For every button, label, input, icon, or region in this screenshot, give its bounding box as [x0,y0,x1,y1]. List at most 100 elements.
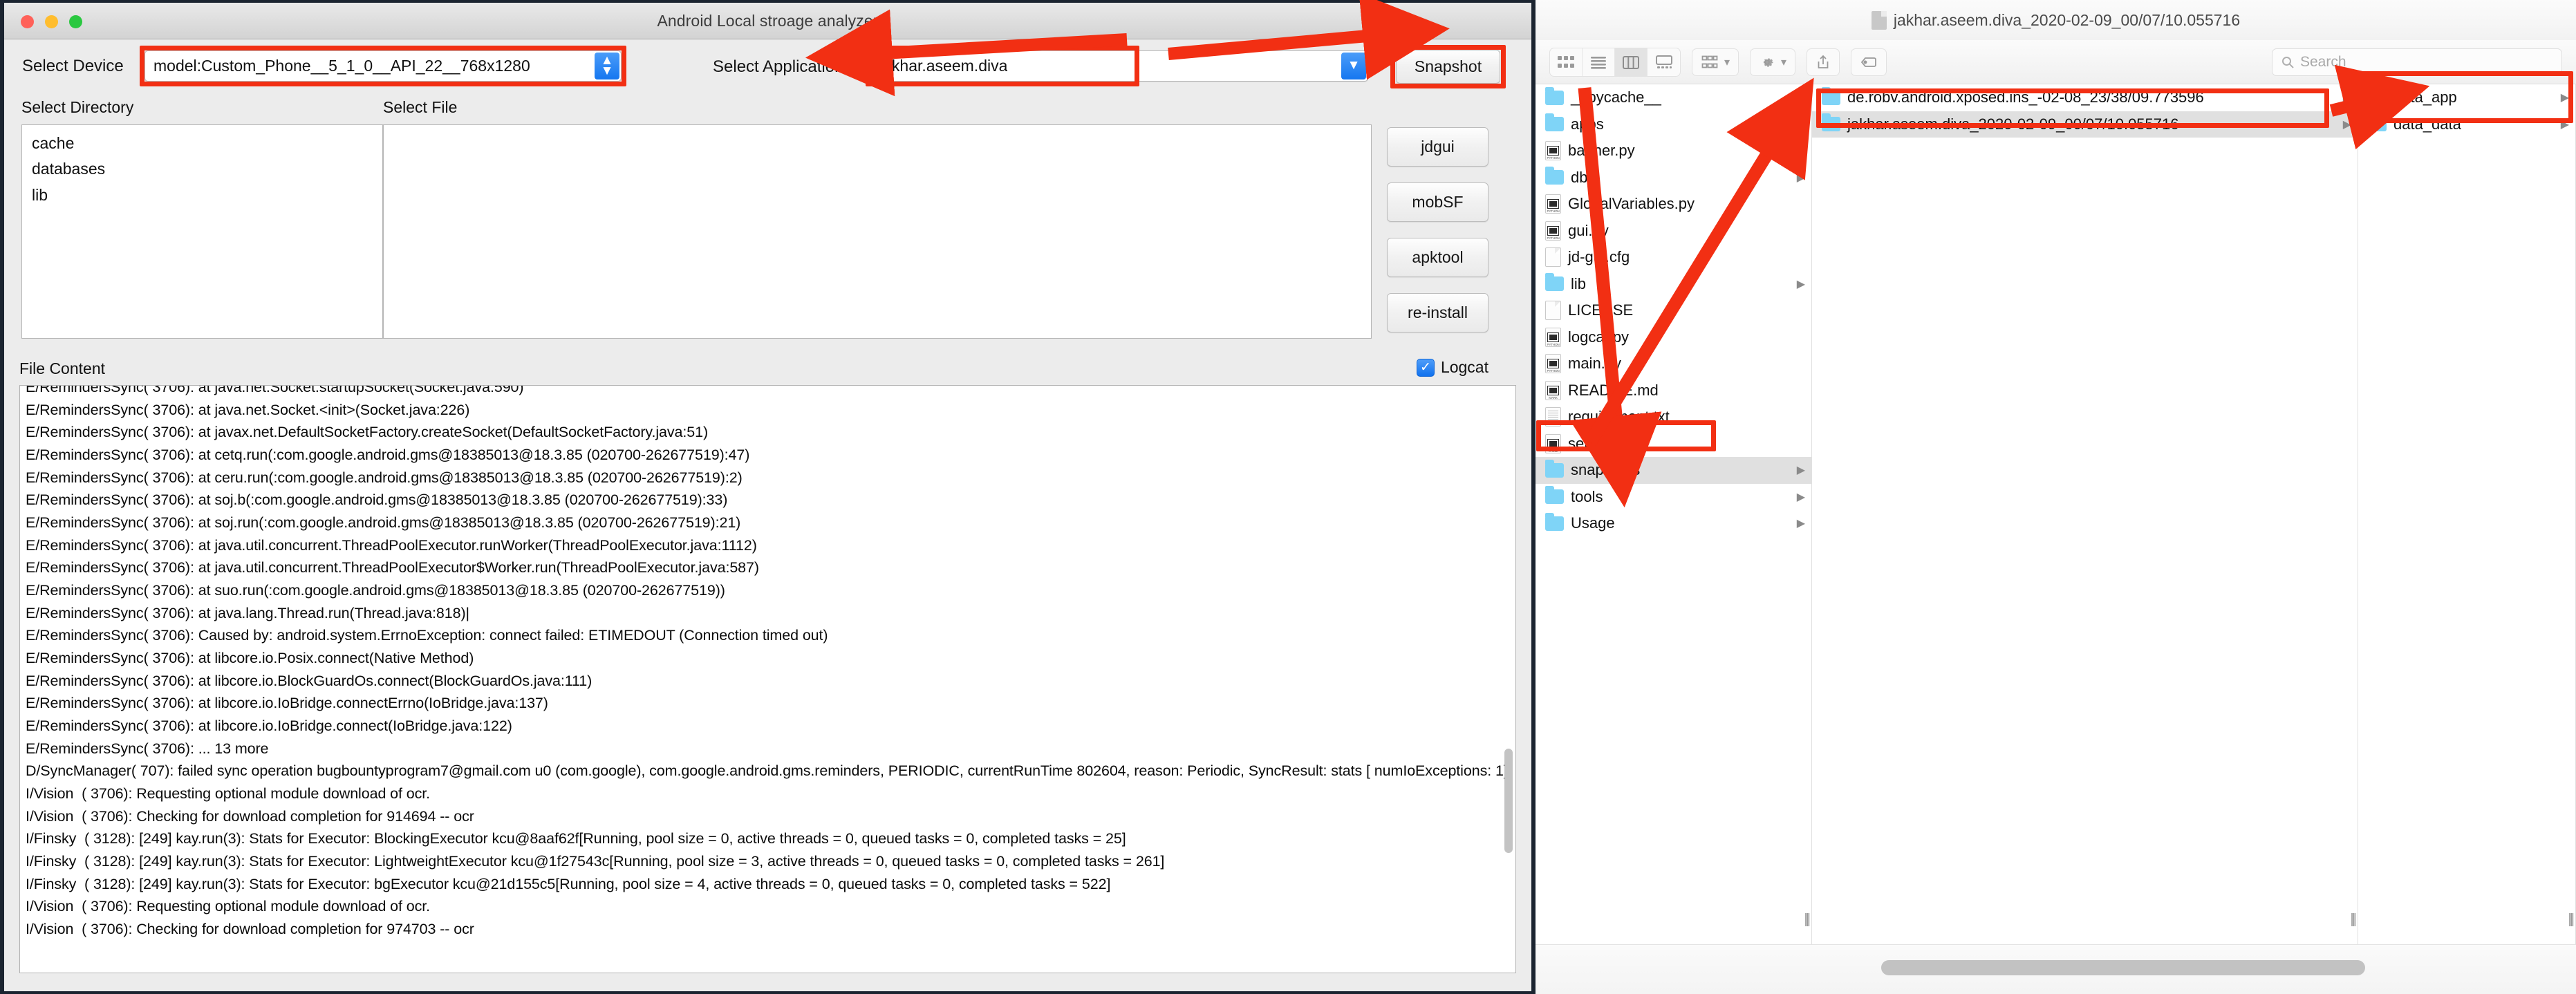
finder-row[interactable]: MARK README.md [1536,377,1811,404]
finder-row-label: LICENSE [1568,301,1633,319]
directory-list[interactable]: cachedatabaseslib [21,124,383,339]
finder-row[interactable]: apps▶ [1536,111,1811,138]
list-item[interactable]: databases [22,156,382,182]
device-combo-stepper-icon[interactable]: ▲▼ [595,53,619,79]
list-item[interactable]: lib [22,182,382,208]
python-file-icon: PYTHON [1545,221,1561,241]
finder-row[interactable]: de.robv.android.xposed.ins_-02-08_23/38/… [1812,84,2358,111]
finder-row-label: snapshots [1571,461,1640,479]
finder-row-label: README.md [1568,382,1659,400]
finder-column-1[interactable]: __pycache__▶apps▶PYTHONbanner.pydbs▶PYTH… [1536,84,1812,944]
finder-row[interactable]: Usage▶ [1536,510,1811,537]
log-line: E/RemindersSync( 3706): ... 13 more [26,738,1515,760]
log-line: I/Finsky ( 3128): [249] kay.run(3): Stat… [26,873,1515,896]
finder-row[interactable]: dbs▶ [1536,165,1811,191]
log-line: E/RemindersSync( 3706): at java.net.Sock… [26,385,1515,399]
icon-view-icon[interactable] [1550,48,1583,76]
log-line-container: E/RemindersSync( 3706): at java.net.Sock… [20,386,1515,941]
application-combo-value: jakhar.aseem.diva [871,57,1007,75]
finder-row[interactable]: __pycache__▶ [1536,84,1811,111]
column-resize-handle[interactable]: ||| [2350,912,2355,928]
finder-row[interactable]: LICENSE [1536,297,1811,324]
log-output-area[interactable]: E/RemindersSync( 3706): at java.net.Sock… [19,385,1516,973]
log-line: E/RemindersSync( 3706): at soj.b(:com.go… [26,489,1515,512]
chevron-right-icon: ▶ [1797,490,1805,504]
finder-row[interactable]: jakhar.aseem.diva_2020-02-09_00/07/10.05… [1812,111,2358,138]
python-file-icon: PYTHON [1545,194,1561,214]
log-line: E/RemindersSync( 3706): Caused by: andro… [26,624,1515,647]
log-line: E/RemindersSync( 3706): at java.net.Sock… [26,399,1515,422]
log-line: I/Finsky ( 3128): [249] kay.run(3): Stat… [26,827,1515,850]
finder-row-label: dbs [1571,169,1595,187]
folder-icon [1822,91,1840,105]
finder-window-title: jakhar.aseem.diva_2020-02-09_00/07/10.05… [1894,11,2240,30]
chevron-right-icon: ▶ [1797,91,1805,104]
python-file-icon: PYTHON [1545,141,1561,160]
snapshot-button[interactable]: Snapshot [1396,50,1500,84]
window-traffic-lights[interactable] [21,15,82,28]
log-vertical-scrollbar[interactable] [1504,390,1513,968]
finder-row[interactable]: PYTHON gui.py [1536,218,1811,245]
action-gear-button[interactable]: ▾ [1750,48,1795,76]
close-button-icon[interactable] [21,15,34,28]
finder-row-label: Usage [1571,514,1615,532]
minimize-button-icon[interactable] [45,15,58,28]
group-by-button[interactable]: ▾ [1692,48,1739,76]
log-scrollbar-thumb[interactable] [1504,749,1513,853]
finder-row-label: jd-gui.cfg [1568,248,1630,266]
tool-buttons: jdgui mobSF apktool re-install [1387,127,1488,332]
mobsf-button[interactable]: mobSF [1387,182,1488,222]
finder-row-label: gui.py [1568,222,1609,240]
apktool-button[interactable]: apktool [1387,238,1488,277]
finder-row[interactable]: snapshots▶ [1536,457,1811,484]
finder-row[interactable]: jd-gui.cfg [1536,244,1811,271]
finder-row[interactable]: tools▶ [1536,484,1811,511]
log-line: E/RemindersSync( 3706): at ceru.run(:com… [26,467,1515,489]
log-line: E/RemindersSync( 3706): at soj.run(:com.… [26,512,1515,534]
gallery-view-icon[interactable] [1648,48,1680,76]
file-content-label: File Content [19,359,105,378]
column-view-icon[interactable] [1615,48,1648,76]
list-item[interactable]: cache [22,131,382,156]
folder-proxy-icon [1872,11,1887,30]
jdgui-button[interactable]: jdgui [1387,127,1488,167]
application-combo[interactable]: jakhar.aseem.diva ▼ [870,50,1368,82]
folder-icon [1545,516,1564,531]
finder-row-label: data_data [2393,115,2461,133]
search-icon [2281,55,2295,69]
finder-row[interactable]: SHELLsetup.sh [1536,431,1811,458]
folder-icon [1545,489,1564,504]
log-line: E/RemindersSync( 3706): at libcore.io.Io… [26,692,1515,715]
finder-row-label: data_app [2393,88,2457,106]
finder-row-label: banner.py [1568,142,1635,160]
device-combo[interactable]: model:Custom_Phone__5_1_0__API_22__768x1… [144,50,622,82]
finder-row-label: apps [1571,115,1604,133]
finder-row[interactable]: PYTHONlogcat.py [1536,324,1811,351]
finder-row[interactable]: data_app▶ [2358,84,2575,111]
log-line: E/RemindersSync( 3706): at libcore.io.Po… [26,647,1515,670]
view-mode-segmented-control[interactable] [1549,48,1681,77]
finder-row[interactable]: PYTHONmain.py [1536,350,1811,377]
logcat-checkbox-icon[interactable]: ✓ [1417,359,1435,377]
re-install-button[interactable]: re-install [1387,293,1488,332]
finder-row[interactable]: PYTHON banner.py [1536,138,1811,165]
logcat-toggle[interactable]: ✓ Logcat [1417,358,1488,377]
finder-column-2[interactable]: de.robv.android.xposed.ins_-02-08_23/38/… [1812,84,2358,944]
finder-row-label: jakhar.aseem.diva_2020-02-09_00/07/10.05… [1847,115,2179,133]
finder-row[interactable]: lib▶ [1536,271,1811,298]
application-combo-stepper-icon[interactable]: ▼ [1341,53,1366,79]
finder-row[interactable]: PYTHONGlobalVariables.py [1536,191,1811,218]
column-resize-handle[interactable]: ||| [1804,912,1809,928]
file-list[interactable] [383,124,1372,339]
column-resize-handle[interactable]: ||| [2568,912,2573,928]
share-button[interactable] [1807,48,1840,76]
finder-row[interactable]: requirement.txt [1536,404,1811,431]
maximize-button-icon[interactable] [69,15,82,28]
finder-row[interactable]: data_data▶ [2358,111,2575,138]
tag-button[interactable] [1851,48,1887,76]
finder-column-3[interactable]: data_app▶data_data▶ ||| [2358,84,2576,944]
markdown-file-icon: MARK [1545,381,1561,400]
search-input[interactable]: Search [2272,48,2562,76]
list-view-icon[interactable] [1583,48,1615,76]
finder-horizontal-scrollbar-thumb[interactable] [1881,960,2365,975]
